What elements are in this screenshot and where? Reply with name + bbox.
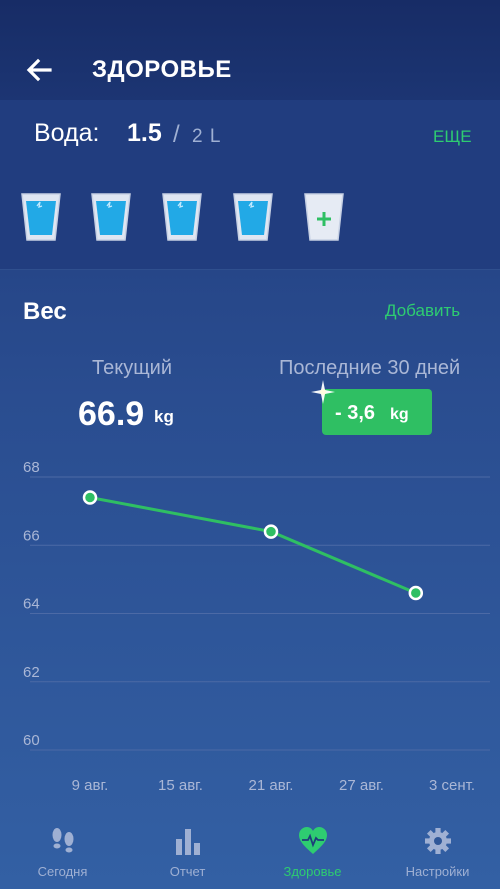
nav-item-report[interactable]: Отчет — [125, 815, 250, 889]
y-tick-label: 66 — [23, 527, 40, 544]
bottom-navigation: Сегодня Отчет Здоровье Настройки — [0, 815, 500, 889]
nav-label: Сегодня — [37, 864, 88, 879]
water-goal: 2 L — [192, 126, 222, 147]
footsteps-icon — [52, 828, 73, 853]
nav-item-health[interactable]: Здоровье — [250, 815, 375, 889]
water-separator: / — [173, 121, 180, 148]
gear-icon — [424, 828, 451, 854]
arrow-left-icon[interactable] — [22, 55, 56, 85]
weight-change-value: - 3,6 — [335, 402, 376, 424]
x-tick-label: 27 авг. — [339, 777, 384, 794]
weight-data-point[interactable] — [408, 585, 424, 601]
current-weight-unit: kg — [154, 407, 174, 426]
weight-change-unit: kg — [390, 406, 409, 423]
water-glass-filled-icon[interactable] — [20, 191, 62, 243]
water-glass-filled-icon[interactable] — [232, 191, 274, 243]
add-water-glass-icon[interactable] — [303, 191, 345, 243]
water-glass-filled-icon[interactable] — [90, 191, 132, 243]
bar-chart-icon — [175, 829, 200, 855]
current-weight-value: 66.9 — [78, 395, 145, 433]
y-tick-label: 60 — [23, 732, 40, 749]
add-weight-button[interactable]: Добавить — [385, 300, 460, 322]
y-tick-label: 64 — [23, 596, 40, 613]
nav-label: Отчет — [169, 864, 206, 879]
last-30-days-label: Последние 30 дней — [279, 357, 461, 379]
nav-item-settings[interactable]: Настройки — [375, 815, 500, 889]
weight-data-point[interactable] — [263, 524, 279, 539]
nav-item-today[interactable]: Сегодня — [0, 815, 125, 889]
more-button[interactable]: ЕЩЕ — [433, 126, 472, 148]
x-tick-label: 15 авг. — [158, 777, 203, 794]
nav-label: Настройки — [405, 864, 470, 879]
app-header: ЗДОРОВЬЕ — [0, 0, 500, 100]
y-tick-label: 62 — [23, 664, 40, 681]
weight-section-title: Вес — [23, 298, 67, 325]
nav-label: Здоровье — [283, 864, 342, 879]
water-label: Вода: — [34, 119, 100, 147]
water-glass-filled-icon[interactable] — [161, 191, 203, 243]
sparkle-icon — [311, 380, 335, 404]
x-tick-label: 3 сент. — [429, 777, 475, 794]
x-tick-label: 21 авг. — [249, 777, 294, 794]
x-tick-label: 9 авг. — [72, 777, 109, 794]
page-title: ЗДОРОВЬЕ — [92, 56, 232, 83]
heart-pulse-icon — [298, 827, 327, 854]
current-weight-label: Текущий — [92, 357, 172, 379]
weight-line-chart: 68 66 64 62 60 9 авг. 15 авг. 21 авг. 27 авг. 3 с… — [23, 460, 490, 794]
weight-data-point[interactable] — [82, 490, 98, 505]
water-current-amount: 1.5 — [127, 119, 162, 147]
y-tick-label: 68 — [23, 460, 40, 476]
